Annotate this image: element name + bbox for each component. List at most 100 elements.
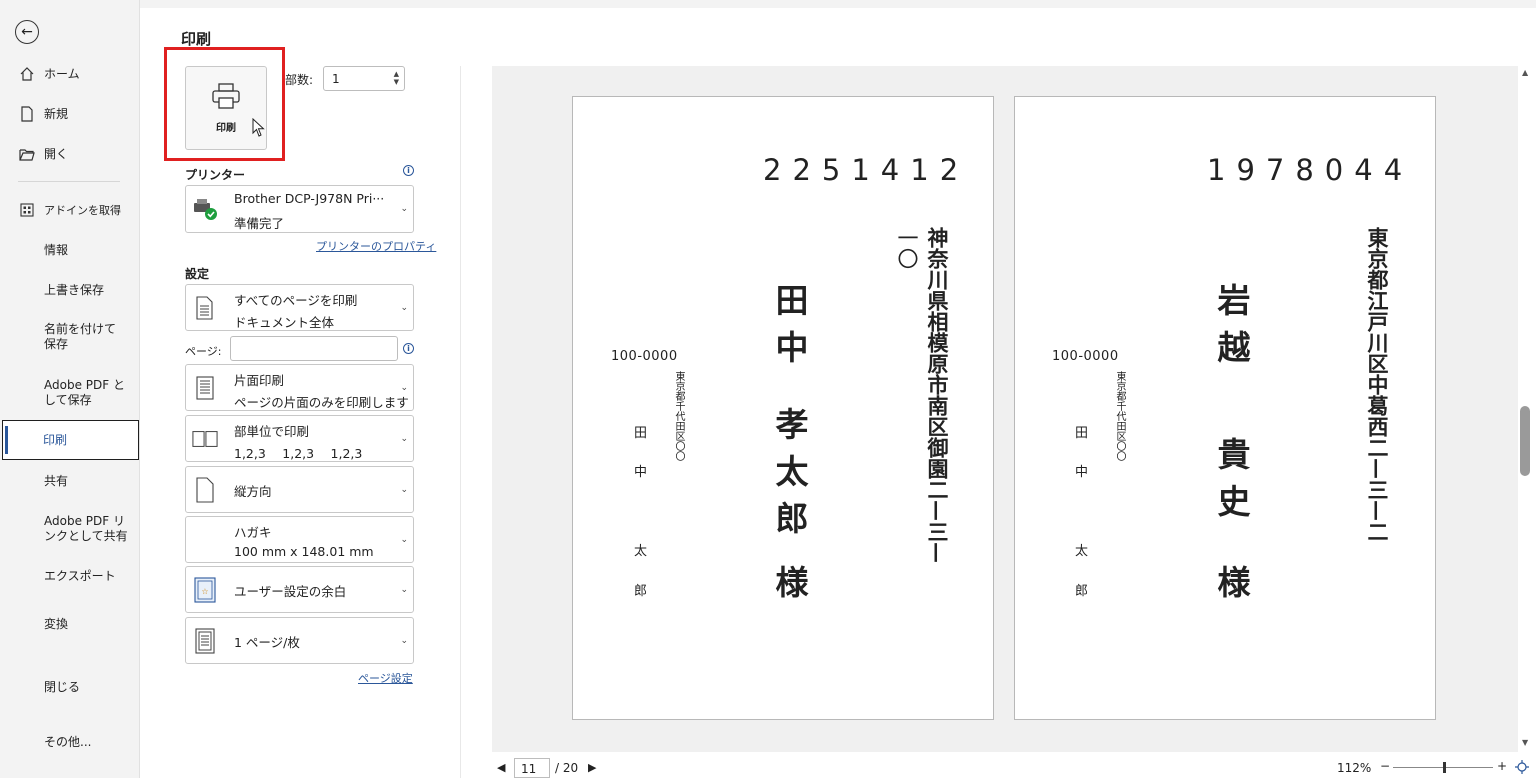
margins-icon: ☆ (192, 576, 218, 603)
nav-label: 新規 (44, 106, 69, 121)
back-arrow-icon[interactable]: ← (15, 20, 39, 44)
current-page-input[interactable]: 11 (514, 758, 550, 778)
honorific: 様 (770, 565, 809, 598)
nav-label: その他... (44, 734, 92, 749)
chevron-down-icon: ⌄ (400, 484, 408, 495)
pages-input[interactable] (230, 336, 398, 361)
recipient-address: 東京都江戸川区中葛西二—三—二 (1365, 227, 1390, 542)
total-pages: / 20 (555, 761, 579, 775)
postcard-preview: 1978044 東京都江戸川区中葛西二—三—二 岩越 貴史 様 100-0000… (1014, 96, 1436, 720)
option-line2: ページの片面のみを印刷します (234, 395, 409, 410)
nav-open[interactable]: 開く (0, 144, 140, 164)
pages-label: ページ: (185, 345, 222, 358)
sides-dropdown[interactable]: 片面印刷 ページの片面のみを印刷します ⌄ (185, 364, 414, 411)
nav-label: 印刷 (43, 432, 68, 447)
paper-size-dropdown[interactable]: ハガキ 100 mm x 148.01 mm ⌄ (185, 516, 414, 563)
panel-divider (460, 66, 461, 778)
return-name-char: 太 (634, 544, 648, 559)
chevron-down-icon: ⌄ (400, 635, 408, 646)
chevron-down-icon: ⌄ (400, 204, 408, 214)
zoom-level: 112% (1337, 761, 1372, 775)
page-setup-link[interactable]: ページ設定 (358, 670, 413, 686)
zoom-in-button[interactable]: + (1497, 759, 1507, 773)
nav-export[interactable]: エクスポート (0, 566, 140, 586)
honorific: 様 (1212, 565, 1251, 598)
spinner-arrows-icon[interactable]: ▲ ▼ (394, 70, 399, 86)
nav-share-adobe-pdf-link[interactable]: Adobe PDF リンクとして共有 (0, 513, 140, 545)
previous-page-icon[interactable]: ◀ (497, 761, 505, 774)
orientation-dropdown[interactable]: 縦方向 ⌄ (185, 466, 414, 513)
info-icon[interactable]: i (403, 165, 414, 176)
home-icon (18, 65, 36, 83)
nav-new[interactable]: 新規 (0, 104, 140, 124)
addin-grid-icon (18, 201, 36, 219)
return-name-char: 太 (1075, 544, 1089, 559)
margins-dropdown[interactable]: ☆ ユーザー設定の余白 ⌄ (185, 566, 414, 613)
printer-ready-icon (192, 196, 218, 222)
return-name-char: 中 (1075, 465, 1089, 480)
pages-icon (192, 295, 218, 321)
nav-home[interactable]: ホーム (0, 64, 140, 84)
chevron-down-icon: ⌄ (400, 433, 408, 444)
nav-print[interactable]: 印刷 (2, 420, 139, 460)
nav-label: 上書き保存 (44, 282, 105, 297)
pages-per-sheet-dropdown[interactable]: 1 ページ/枚 ⌄ (185, 617, 414, 664)
nav-save-as-adobe-pdf[interactable]: Adobe PDF として保存 (0, 377, 140, 409)
collate-dropdown[interactable]: 部単位で印刷 1,2,3 1,2,3 1,2,3 ⌄ (185, 415, 414, 462)
chevron-down-icon: ⌄ (400, 382, 408, 393)
return-address: 東京都千代田区〇〇 (673, 371, 684, 461)
mouse-cursor-icon (252, 117, 266, 142)
scrollbar-thumb[interactable] (1520, 406, 1530, 476)
option-line2: ドキュメント全体 (234, 315, 335, 330)
scroll-down-icon[interactable]: ▼ (1522, 738, 1528, 747)
copies-value: 1 (332, 72, 340, 86)
return-address: 東京都千代田区〇〇 (1114, 371, 1125, 461)
nav-label: 名前を付けて保存 (44, 322, 117, 351)
option-line1: 部単位で印刷 (234, 424, 310, 439)
recipient-family-name: 田中 (770, 283, 809, 377)
copies-stepper[interactable]: 1 ▲ ▼ (323, 66, 405, 91)
scroll-up-icon[interactable]: ▲ (1522, 68, 1528, 77)
nav-close[interactable]: 閉じる (0, 677, 140, 697)
return-name-char: 郎 (1075, 584, 1089, 599)
next-page-icon[interactable]: ▶ (588, 761, 596, 774)
printer-properties-link[interactable]: プリンターのプロパティ (316, 238, 436, 254)
collate-icon (192, 426, 218, 452)
return-name-char: 田 (1075, 426, 1089, 441)
nav-transform[interactable]: 変換 (0, 614, 140, 634)
chevron-down-icon: ⌄ (400, 302, 408, 313)
one-sided-icon (192, 375, 218, 401)
fit-to-window-icon[interactable] (1515, 759, 1529, 778)
print-range-dropdown[interactable]: すべてのページを印刷 ドキュメント全体 ⌄ (185, 284, 414, 331)
zoom-slider-thumb[interactable] (1443, 762, 1446, 773)
return-name-char: 郎 (634, 584, 648, 599)
nav-save[interactable]: 上書き保存 (0, 280, 140, 300)
nav-label: Adobe PDF として保存 (44, 378, 125, 407)
printer-name: Brother DCP-J978N Pri··· (234, 191, 385, 206)
nav-label: 共有 (44, 473, 69, 488)
nav-share[interactable]: 共有 (0, 471, 140, 491)
zoom-out-button[interactable]: − (1380, 759, 1390, 773)
return-postal-code: 100-0000 (611, 349, 678, 364)
nav-save-as[interactable]: 名前を付けて保存 (0, 321, 140, 353)
portrait-icon (192, 476, 218, 503)
printer-dropdown[interactable]: Brother DCP-J978N Pri··· 準備完了 ⌄ (185, 185, 414, 233)
nav-info[interactable]: 情報 (0, 240, 140, 260)
info-icon[interactable]: i (403, 343, 414, 354)
nav-label: アドインを取得 (44, 203, 121, 217)
highlight-box (164, 47, 285, 161)
recipient-address: 神奈川県相模原市南区御園二—三— (925, 227, 950, 563)
option-line1: ハガキ (234, 525, 272, 540)
sidebar-divider (18, 181, 120, 182)
page-title: 印刷 (181, 30, 212, 48)
recipient-address-line2: 一〇 (895, 227, 919, 269)
option-line2: 1,2,3 1,2,3 1,2,3 (234, 446, 363, 461)
option-line1: すべてのページを印刷 (234, 293, 358, 308)
option-line1: 1 ページ/枚 (234, 635, 300, 650)
nav-get-addins[interactable]: アドインを取得 (0, 200, 140, 220)
folder-icon (18, 145, 36, 163)
nav-more[interactable]: その他... (0, 732, 140, 752)
recipient-given-name: 孝太郎 (770, 407, 809, 548)
return-postal-code: 100-0000 (1052, 349, 1119, 364)
option-line1: ユーザー設定の余白 (234, 584, 347, 599)
